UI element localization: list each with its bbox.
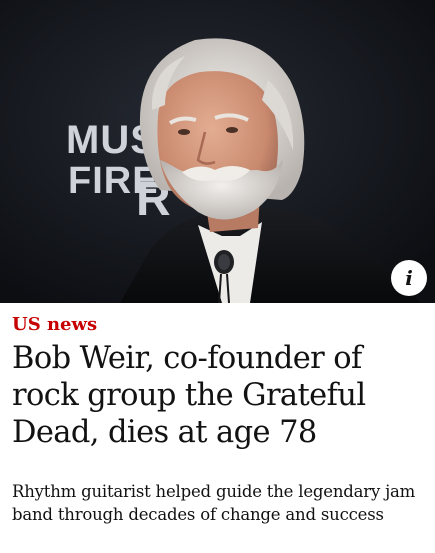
article-headline[interactable]: Bob Weir, co-founder of rock group the G… [12,340,430,451]
article-card: US news Bob Weir, co-founder of rock gro… [0,303,435,553]
article-hero-image[interactable]: MUSI FIRE R i [0,0,435,303]
info-icon: i [405,266,413,290]
article-standfirst: Rhythm guitarist helped guide the legend… [12,482,416,524]
section-link-us-news[interactable]: US news [12,314,97,335]
image-info-button[interactable]: i [391,260,427,296]
photo-of-bob-weir: MUSI FIRE R [0,0,435,303]
